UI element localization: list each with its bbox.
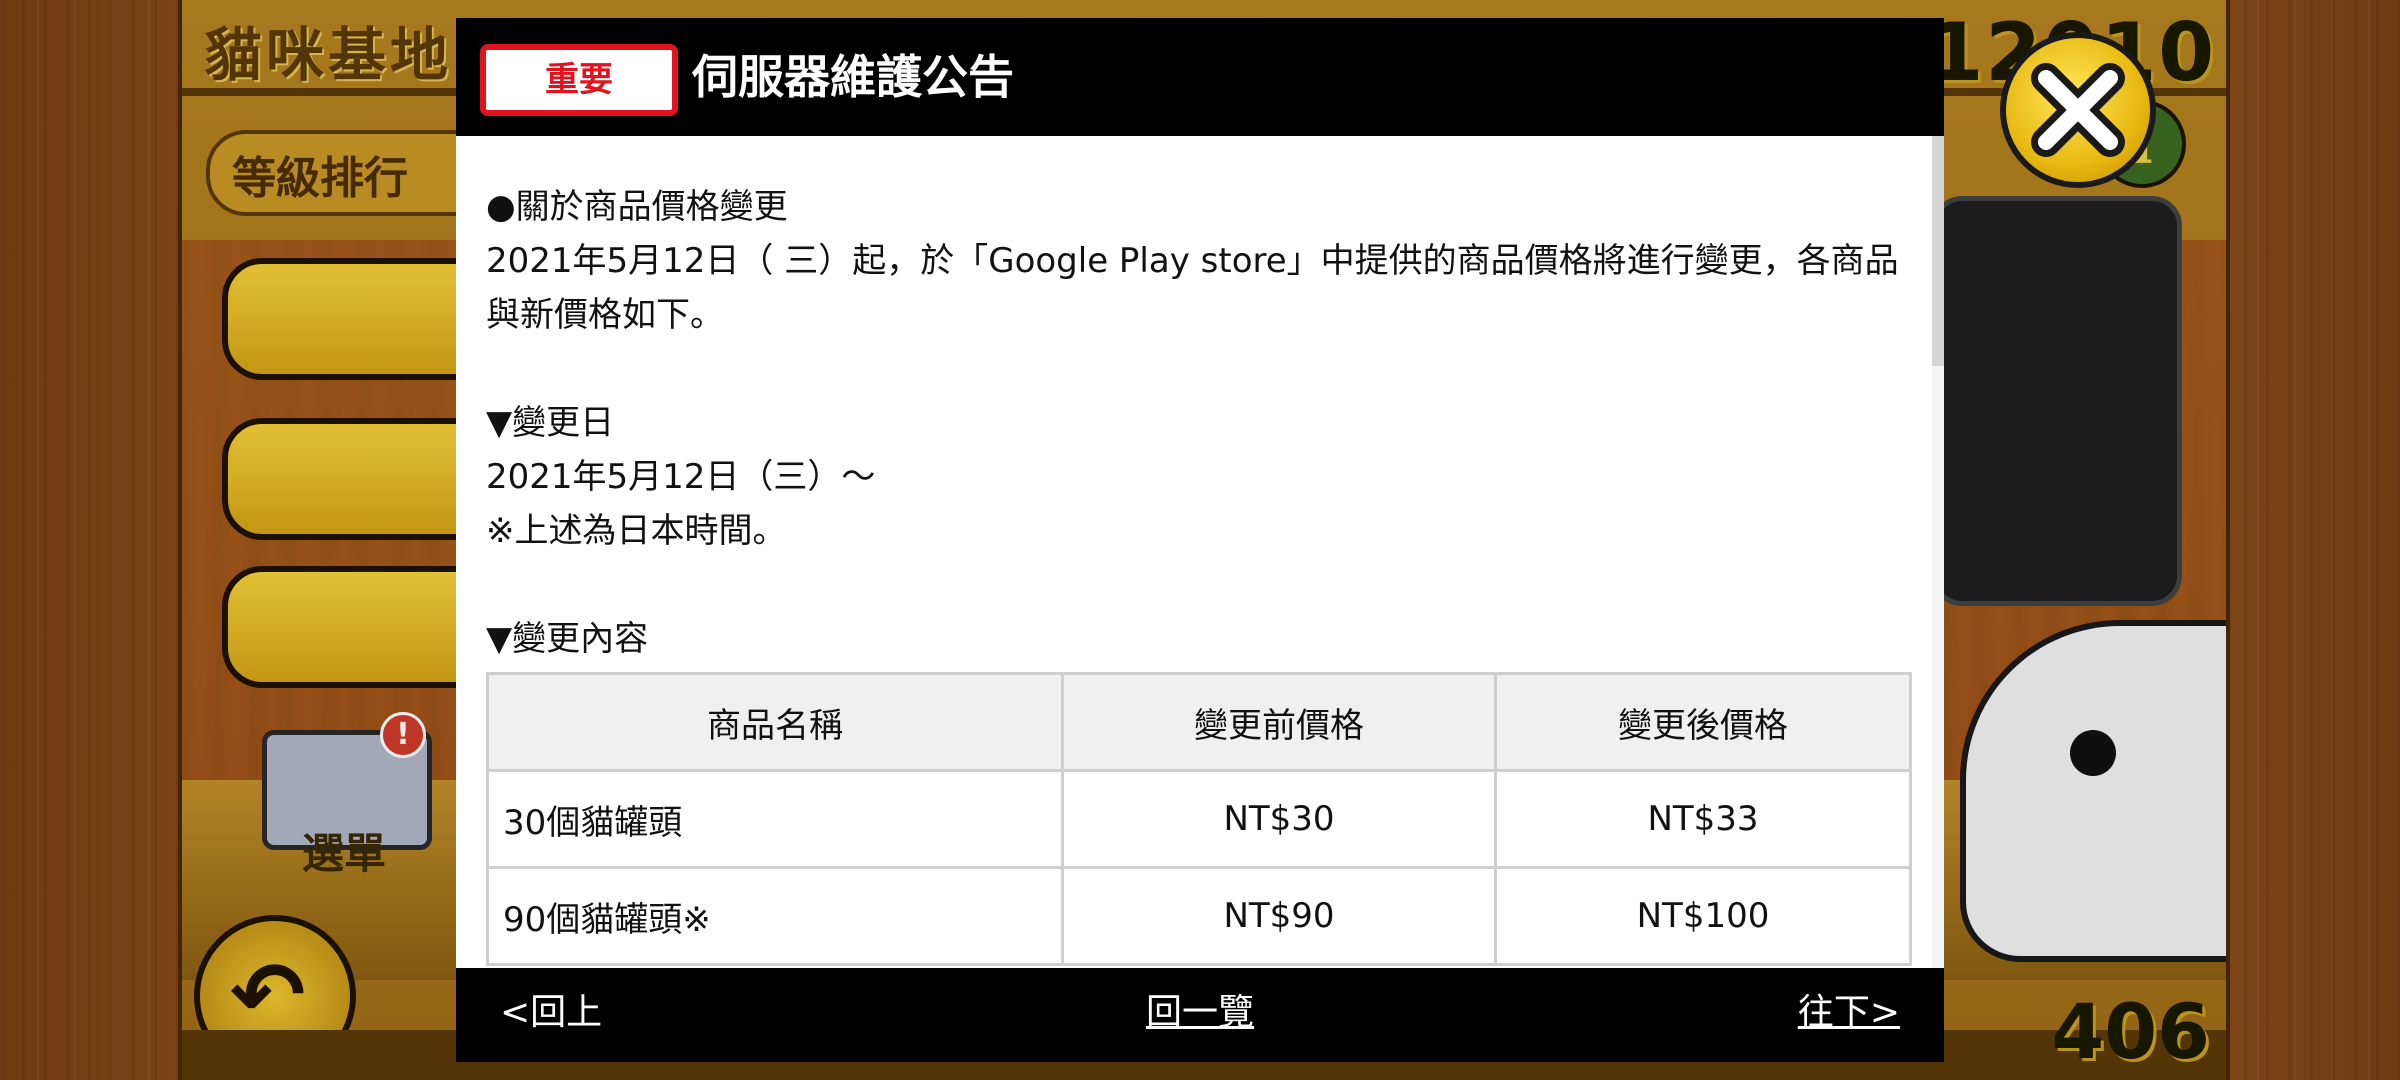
table-row: 90個貓罐頭※ NT$90 NT$100: [486, 866, 1912, 966]
new-price: NT$100: [1494, 866, 1912, 966]
close-icon: [2031, 63, 2125, 157]
close-button[interactable]: [2000, 32, 2156, 188]
change-date: 2021年5月12日（三）～: [486, 457, 876, 497]
modal-body[interactable]: ●關於商品價格變更 2021年5月12日（ 三）起，於「Google Play …: [456, 136, 1944, 968]
next-link[interactable]: 往下>: [1798, 988, 1900, 1038]
scrollbar-track[interactable]: [1932, 136, 1944, 968]
scrollbar-thumb[interactable]: [1932, 136, 1944, 366]
old-price: NT$90: [1061, 866, 1497, 966]
announcement-text: 2021年5月12日（ 三）起，於「Google Play store」中提供的…: [486, 241, 1899, 335]
modal-header: 重要 伺服器維護公告: [456, 18, 1944, 136]
announcement-content: ●關於商品價格變更 2021年5月12日（ 三）起，於「Google Play …: [486, 136, 1912, 966]
price-table: 商品名稱 變更前價格 變更後價格 30個貓罐頭 NT$30 NT$33 90個貓…: [486, 672, 1912, 966]
product-name: 90個貓罐頭※: [486, 866, 1064, 966]
modal-title: 伺服器維護公告: [692, 50, 1014, 104]
product-name: 30個貓罐頭: [486, 769, 1064, 869]
previous-link[interactable]: <回上: [500, 988, 602, 1038]
announcement-modal: 重要 伺服器維護公告 ●關於商品價格變更 2021年5月12日（ 三）起，於「G…: [456, 18, 1944, 1062]
change-content-heading: ▼變更內容: [486, 619, 649, 659]
old-price: NT$30: [1061, 769, 1497, 869]
change-date-heading: ▼變更日: [486, 403, 615, 443]
column-header-product: 商品名稱: [486, 672, 1064, 772]
new-price: NT$33: [1494, 769, 1912, 869]
modal-footer: <回上 回一覽 往下>: [456, 968, 1944, 1062]
timezone-note: ※上述為日本時間。: [486, 511, 787, 551]
section-heading: ●關於商品價格變更: [486, 187, 788, 227]
table-row: 30個貓罐頭 NT$30 NT$33: [486, 769, 1912, 869]
table-header-row: 商品名稱 變更前價格 變更後價格: [486, 672, 1912, 772]
column-header-new-price: 變更後價格: [1494, 672, 1912, 772]
back-to-list-link[interactable]: 回一覽: [1146, 988, 1254, 1038]
important-badge: 重要: [480, 44, 678, 116]
column-header-old-price: 變更前價格: [1061, 672, 1497, 772]
